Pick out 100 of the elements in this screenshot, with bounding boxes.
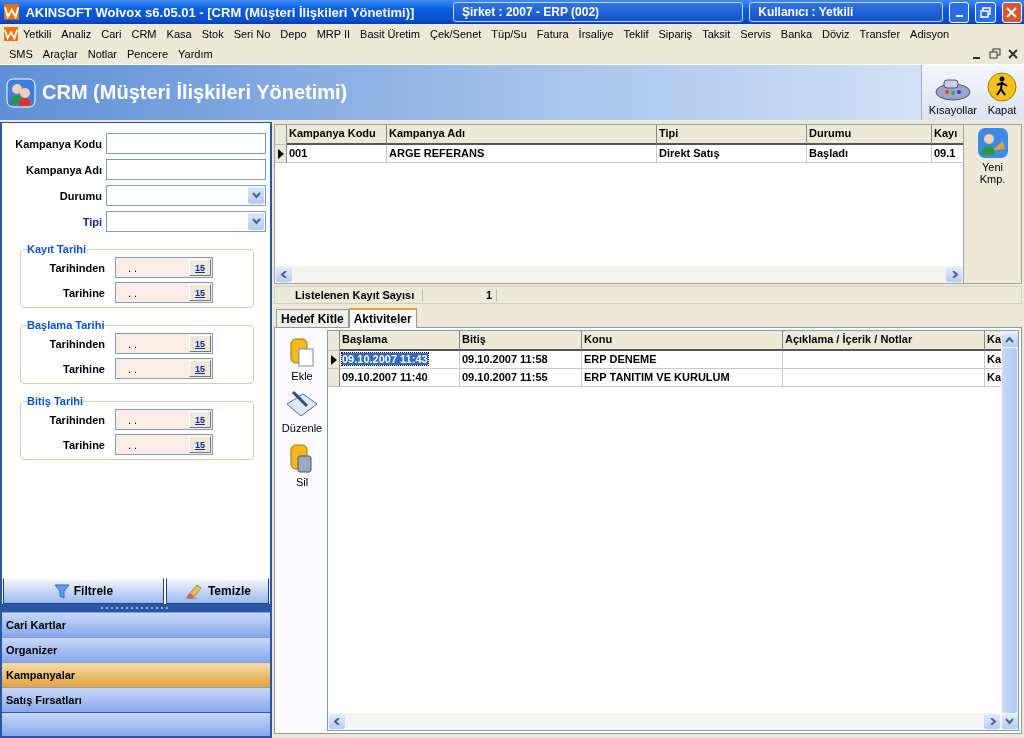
column-header[interactable]: Kayı — [932, 125, 963, 145]
people-icon — [6, 77, 36, 108]
menu-item[interactable]: MRP II — [311, 28, 356, 40]
filter-button[interactable]: Filtrele — [3, 578, 164, 604]
tab[interactable]: Aktiviteler — [348, 308, 417, 328]
menu-item[interactable]: Transfer — [854, 28, 906, 40]
column-header[interactable]: Bitiş — [460, 331, 582, 351]
window-title: AKINSOFT Wolvox s6.05.01 - [CRM (Müşteri İlişkileri Yönetimi)] — [25, 4, 416, 20]
row-indicator[interactable] — [328, 351, 340, 369]
keyboard-icon — [934, 76, 971, 102]
dropdown-field[interactable] — [106, 185, 266, 206]
menu-item[interactable]: Sipariş — [653, 28, 698, 40]
date-field[interactable]: . . 15 — [115, 282, 213, 303]
column-header[interactable]: Kampanya Kodu — [287, 125, 387, 145]
minimize-button[interactable] — [948, 1, 970, 23]
splitter-handle[interactable] — [2, 604, 270, 612]
menu-item[interactable]: Fatura — [531, 28, 574, 40]
menu-item[interactable]: Döviz — [817, 28, 855, 40]
restore-icon[interactable] — [988, 47, 1002, 61]
horizontal-scrollbar[interactable] — [328, 713, 1001, 730]
menu-item[interactable]: Çek/Senet — [424, 28, 487, 40]
column-header[interactable]: Başlama — [340, 331, 460, 351]
date-field[interactable]: . . 15 — [115, 333, 213, 354]
menu-item[interactable]: Araçlar — [37, 48, 83, 60]
tab[interactable]: Hedef Kitle — [276, 309, 349, 327]
column-header[interactable]: Kampanya Adı — [387, 125, 657, 145]
calendar-button[interactable]: 15 — [189, 360, 211, 377]
chevron-down-icon — [251, 192, 261, 199]
menu-item[interactable]: Basit Üretim — [355, 28, 425, 40]
chevron-down-icon — [1005, 718, 1014, 725]
close-button[interactable] — [1001, 1, 1022, 23]
menu-item[interactable]: Taksit — [697, 28, 736, 40]
column-header[interactable]: Durumu — [807, 125, 932, 145]
date-field[interactable]: . . 15 — [115, 257, 213, 278]
walking-person-icon — [987, 72, 1017, 102]
menu-item[interactable]: İrsaliye — [573, 28, 619, 40]
menu-item[interactable]: CRM — [126, 28, 162, 40]
column-header[interactable]: Açıklama / İçerik / Notlar — [783, 331, 985, 351]
field-label: Tarihinden — [48, 413, 105, 426]
horizontal-scrollbar[interactable] — [275, 266, 963, 283]
user-info: Kullanıcı : Yetkili — [749, 2, 943, 22]
new-campaign-button[interactable]: Yeni Kmp. — [964, 125, 1021, 189]
vertical-scrollbar[interactable] — [1001, 331, 1018, 730]
menu-item[interactable]: Analiz — [56, 28, 97, 40]
calendar-button[interactable]: 15 — [189, 411, 211, 428]
close-icon[interactable] — [1006, 47, 1020, 61]
chevron-left-icon — [332, 718, 342, 725]
column-header[interactable]: Tipi — [657, 125, 807, 145]
table-cell: ARGE REFERANS — [387, 145, 657, 163]
calendar-button[interactable]: 15 — [189, 259, 211, 276]
close-module-button[interactable]: Kapat — [982, 65, 1022, 120]
calendar-button[interactable]: 15 — [189, 335, 211, 352]
record-count-label: Listelenen Kayıt Sayısı — [275, 289, 423, 301]
menu-item[interactable]: Cari — [96, 28, 127, 40]
calendar-button[interactable]: 15 — [189, 284, 211, 301]
column-header[interactable]: Konu — [582, 331, 783, 351]
menu-item[interactable]: Stok — [196, 28, 229, 40]
add-button[interactable]: Ekle — [284, 334, 320, 386]
date-field[interactable]: . . 15 — [115, 358, 213, 379]
menu-item[interactable]: Yetkili — [18, 28, 57, 40]
row-pointer-icon — [277, 148, 284, 159]
menu-item[interactable]: Yardım — [173, 48, 218, 60]
row-indicator[interactable] — [275, 145, 287, 163]
delete-button[interactable]: Sil — [284, 440, 320, 492]
menu-item[interactable]: Banka — [775, 28, 817, 40]
date-field[interactable]: . . 15 — [115, 434, 213, 455]
restore-button[interactable] — [975, 1, 996, 23]
nav-item[interactable]: Kampanyalar — [2, 662, 270, 687]
dropdown-field[interactable] — [106, 211, 266, 232]
input-field[interactable] — [106, 133, 266, 154]
nav-item[interactable]: Organizer — [2, 637, 270, 662]
input-field[interactable] — [106, 159, 266, 180]
table-cell: ERP TANITIM VE KURULUM — [582, 369, 783, 387]
menu-item[interactable]: Notlar — [82, 48, 123, 60]
nav-item[interactable]: Cari Kartlar — [2, 612, 270, 637]
edit-button[interactable]: Düzenle — [276, 388, 328, 438]
menu-item[interactable]: Servis — [735, 28, 776, 40]
shortcuts-button[interactable]: Kısayollar — [923, 65, 982, 120]
chevron-left-icon — [279, 271, 289, 278]
logo-icon — [4, 27, 18, 41]
menu-item[interactable]: Depo — [275, 28, 312, 40]
column-header[interactable]: Ka — [985, 331, 1001, 351]
calendar-button[interactable]: 15 — [189, 436, 211, 453]
nav-item[interactable]: Satış Fırsatları — [2, 687, 270, 712]
menu-item[interactable]: Seri No — [228, 28, 276, 40]
logo-icon — [4, 4, 20, 20]
menu-item[interactable]: Tüp/Su — [486, 28, 532, 40]
header-corner — [275, 125, 287, 145]
menu-item[interactable]: Pencere — [122, 48, 173, 60]
table-cell: 001 — [287, 145, 387, 163]
menu-item[interactable]: Kasa — [161, 28, 197, 40]
clear-button[interactable]: Temizle — [165, 578, 269, 604]
menu-item[interactable]: Adisyon — [905, 28, 955, 40]
minimize-icon — [955, 15, 963, 17]
record-count: 1 — [423, 289, 497, 301]
menu-item[interactable]: SMS — [4, 48, 38, 60]
field-label: Tarihinden — [48, 261, 105, 274]
date-field[interactable]: . . 15 — [115, 409, 213, 430]
menu-item[interactable]: Teklif — [618, 28, 654, 40]
field-label: Kampanya Kodu — [14, 137, 102, 150]
